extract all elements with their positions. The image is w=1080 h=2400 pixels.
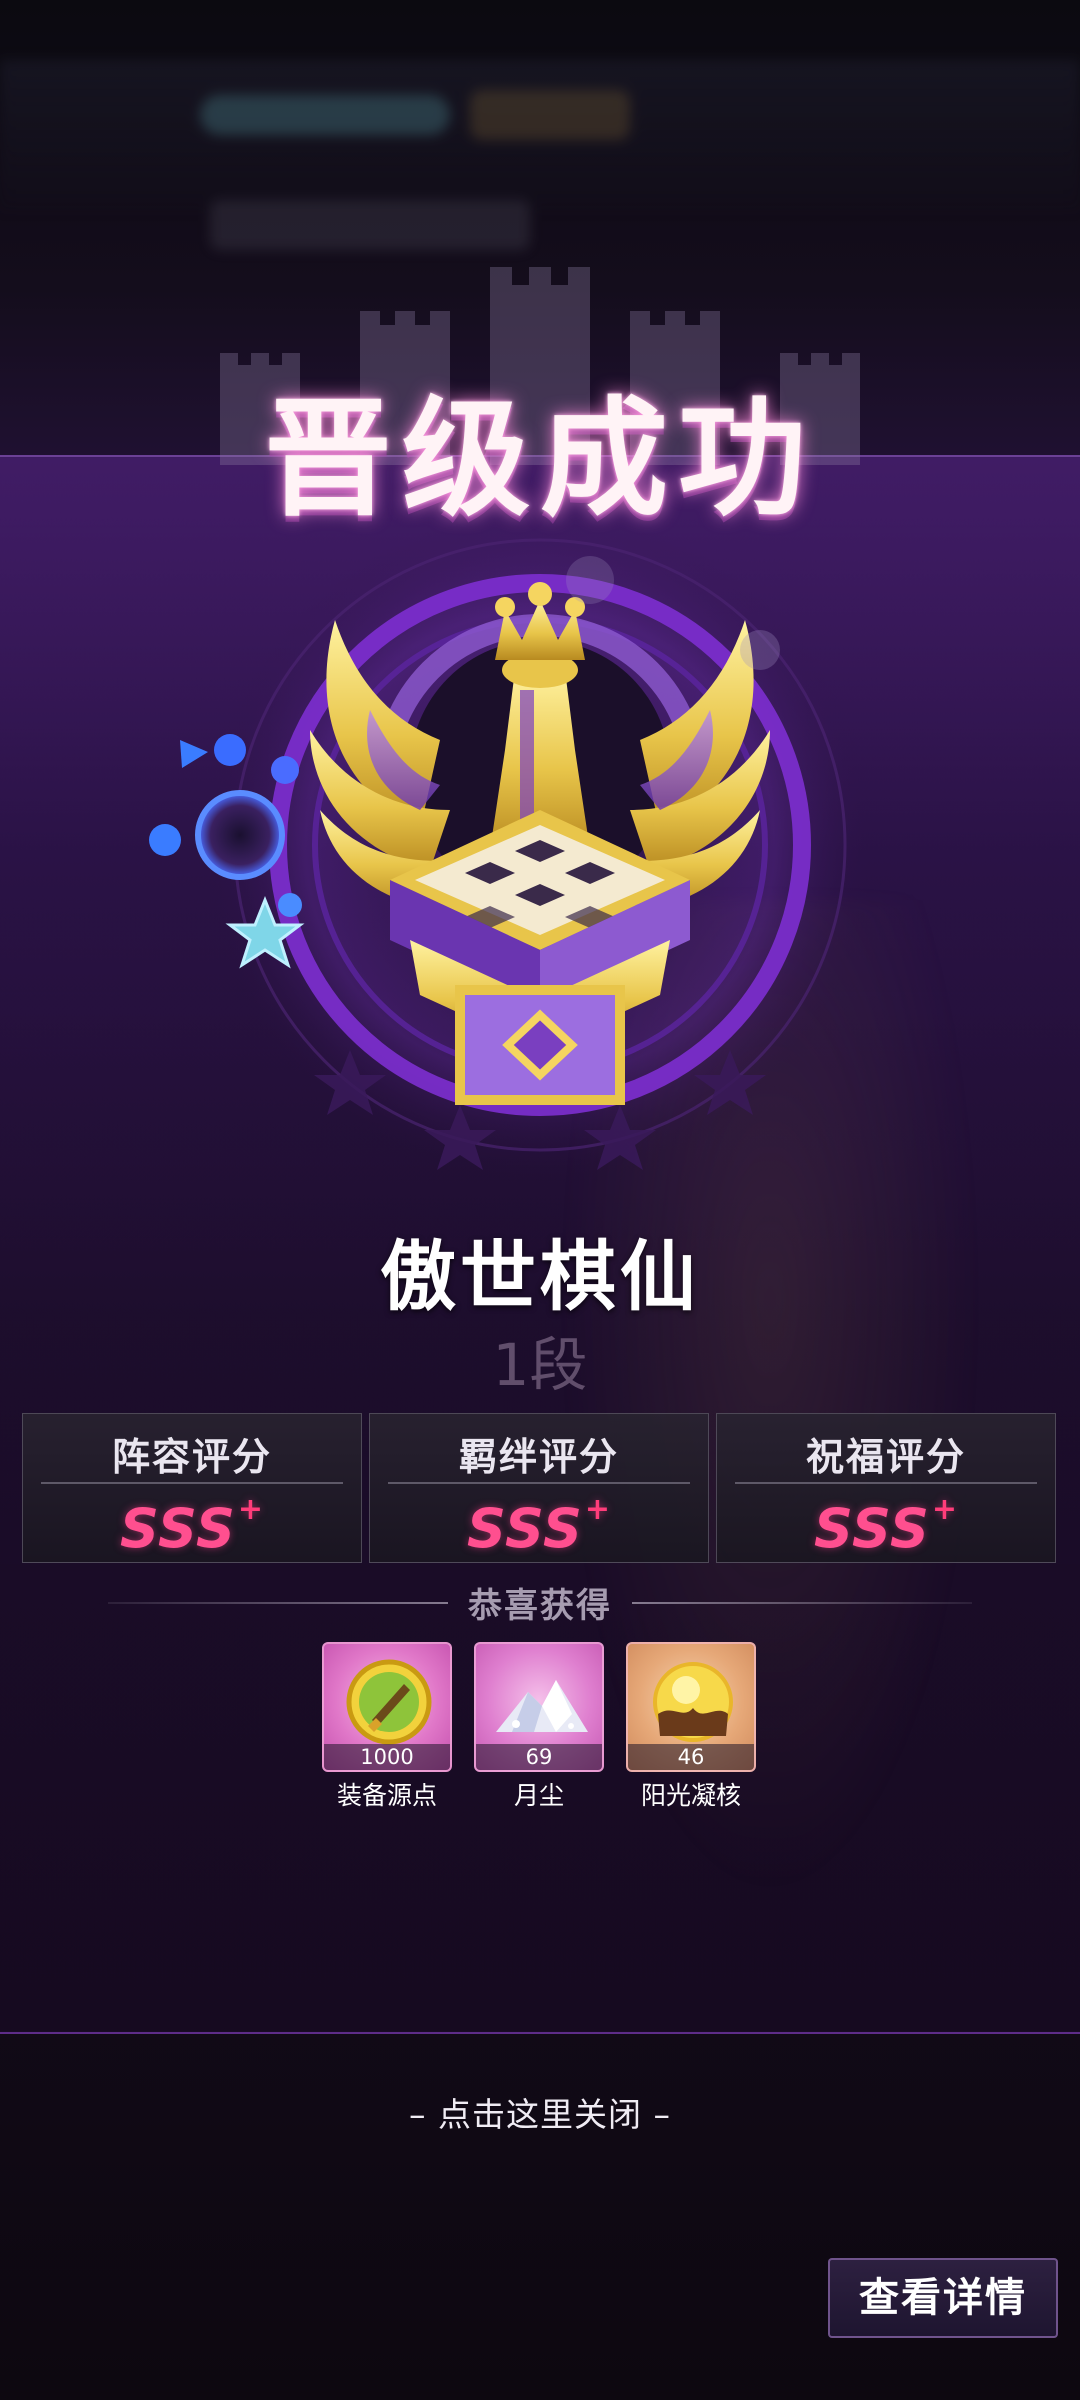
reward-count: 46 <box>628 1744 754 1770</box>
divider-right <box>632 1602 972 1604</box>
blurred-game-header <box>0 60 1080 250</box>
reward-tile[interactable]: 46 <box>626 1642 756 1772</box>
score-grade: SSS+ <box>814 1492 958 1560</box>
reward-count: 69 <box>476 1744 602 1770</box>
divider <box>41 1482 343 1484</box>
score-label: 羁绊评分 <box>458 1435 619 1479</box>
score-grade: SSS+ <box>467 1492 611 1560</box>
divider <box>388 1482 690 1484</box>
promotion-screen[interactable]: 晋级成功 傲世棋仙 1段 阵容评分 SSS+ 羁绊评分 SSS+ 祝福评分 SS… <box>0 0 1080 2400</box>
rank-tier: 1段 <box>492 1331 588 1399</box>
score-label: 祝福评分 <box>805 1435 966 1479</box>
reward-tile[interactable]: 69 <box>474 1642 604 1772</box>
rank-name: 傲世棋仙 <box>380 1232 700 1321</box>
reward-item[interactable]: 46 阳光凝核 <box>626 1642 756 1812</box>
reward-count: 1000 <box>324 1744 450 1770</box>
reward-tile[interactable]: 1000 <box>322 1642 452 1772</box>
reward-name: 阳光凝核 <box>640 1781 741 1810</box>
close-hint-link[interactable]: – 点击这里关闭 – <box>0 2088 1080 2136</box>
score-cards: 阵容评分 SSS+ 羁绊评分 SSS+ 祝福评分 SSS+ <box>22 1413 1058 1565</box>
divider <box>735 1482 1037 1484</box>
score-grade: SSS+ <box>120 1492 264 1560</box>
reward-item[interactable]: 1000 装备源点 <box>322 1642 452 1812</box>
reward-list: 1000 装备源点 69 月尘 46 阳光凝核 <box>322 1642 762 1812</box>
winged-crown-chess-emblem-icon <box>149 510 875 1180</box>
score-card-blessing: 祝福评分 SSS+ <box>716 1413 1056 1563</box>
view-details-button[interactable]: 查看详情 <box>828 2258 1058 2338</box>
score-card-bond: 羁绊评分 SSS+ <box>369 1413 709 1563</box>
score-card-lineup: 阵容评分 SSS+ <box>22 1413 362 1563</box>
score-label: 阵容评分 <box>111 1435 272 1479</box>
rewards-heading: 恭喜获得 <box>0 1578 1080 1628</box>
reward-item[interactable]: 69 月尘 <box>474 1642 604 1812</box>
